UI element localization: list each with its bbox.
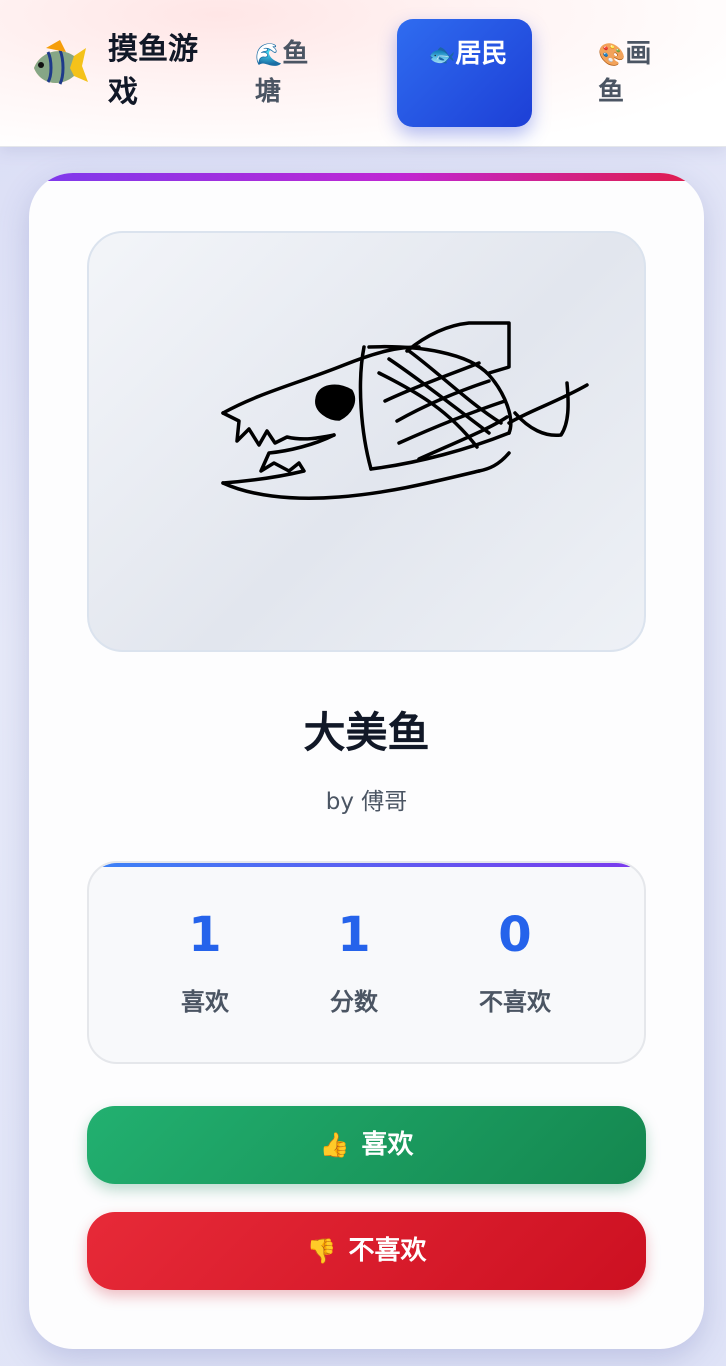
thumbs-down-icon: 👎 bbox=[306, 1237, 337, 1265]
stat-value: 0 bbox=[498, 907, 532, 963]
stat-label: 喜欢 bbox=[181, 988, 229, 1016]
like-button-label: 喜欢 bbox=[361, 1130, 414, 1160]
fish-drawing-frame bbox=[87, 231, 646, 652]
thumbs-up-icon: 👍 bbox=[319, 1131, 350, 1159]
stats-panel: 1 喜欢 1 分数 0 不喜欢 bbox=[87, 861, 646, 1064]
palette-icon: 🎨 bbox=[598, 43, 626, 68]
tropical-fish-icon bbox=[34, 40, 88, 85]
nav-tab-pond[interactable]: 🌊鱼塘 bbox=[255, 36, 327, 111]
stat-value: 1 bbox=[188, 907, 222, 963]
fish-drawing bbox=[221, 321, 589, 500]
stats-accent-bar bbox=[89, 863, 644, 867]
top-nav-bar: 摸鱼游戏 🌊鱼塘 🐟居民 🎨画鱼 bbox=[0, 0, 726, 147]
fish-detail-card: 大美鱼 by 傅哥 1 喜欢 1 分数 0 不喜欢 👍 喜欢 👎 不喜欢 bbox=[29, 173, 704, 1349]
nav-tab-residents[interactable]: 🐟居民 bbox=[397, 19, 532, 127]
dislike-button-label: 不喜欢 bbox=[348, 1236, 427, 1266]
nav-tab-draw[interactable]: 🎨画鱼 bbox=[598, 36, 670, 111]
card-accent-bar bbox=[29, 173, 704, 181]
like-button[interactable]: 👍 喜欢 bbox=[87, 1106, 646, 1184]
wave-icon: 🌊 bbox=[255, 43, 283, 68]
dislike-button[interactable]: 👎 不喜欢 bbox=[87, 1212, 646, 1290]
stat-dislikes: 0 不喜欢 bbox=[445, 903, 585, 1019]
stat-value: 1 bbox=[337, 907, 371, 963]
fish-icon: 🐟 bbox=[428, 43, 456, 68]
stat-label: 分数 bbox=[330, 988, 378, 1016]
stat-label: 不喜欢 bbox=[479, 988, 551, 1016]
nav-tab-label: 居民 bbox=[455, 39, 508, 69]
stat-likes: 1 喜欢 bbox=[135, 903, 275, 1019]
fish-name: 大美鱼 bbox=[303, 708, 430, 757]
fish-author: by 傅哥 bbox=[325, 789, 408, 815]
stat-score: 1 分数 bbox=[284, 903, 424, 1019]
app-title: 摸鱼游戏 bbox=[108, 32, 198, 110]
